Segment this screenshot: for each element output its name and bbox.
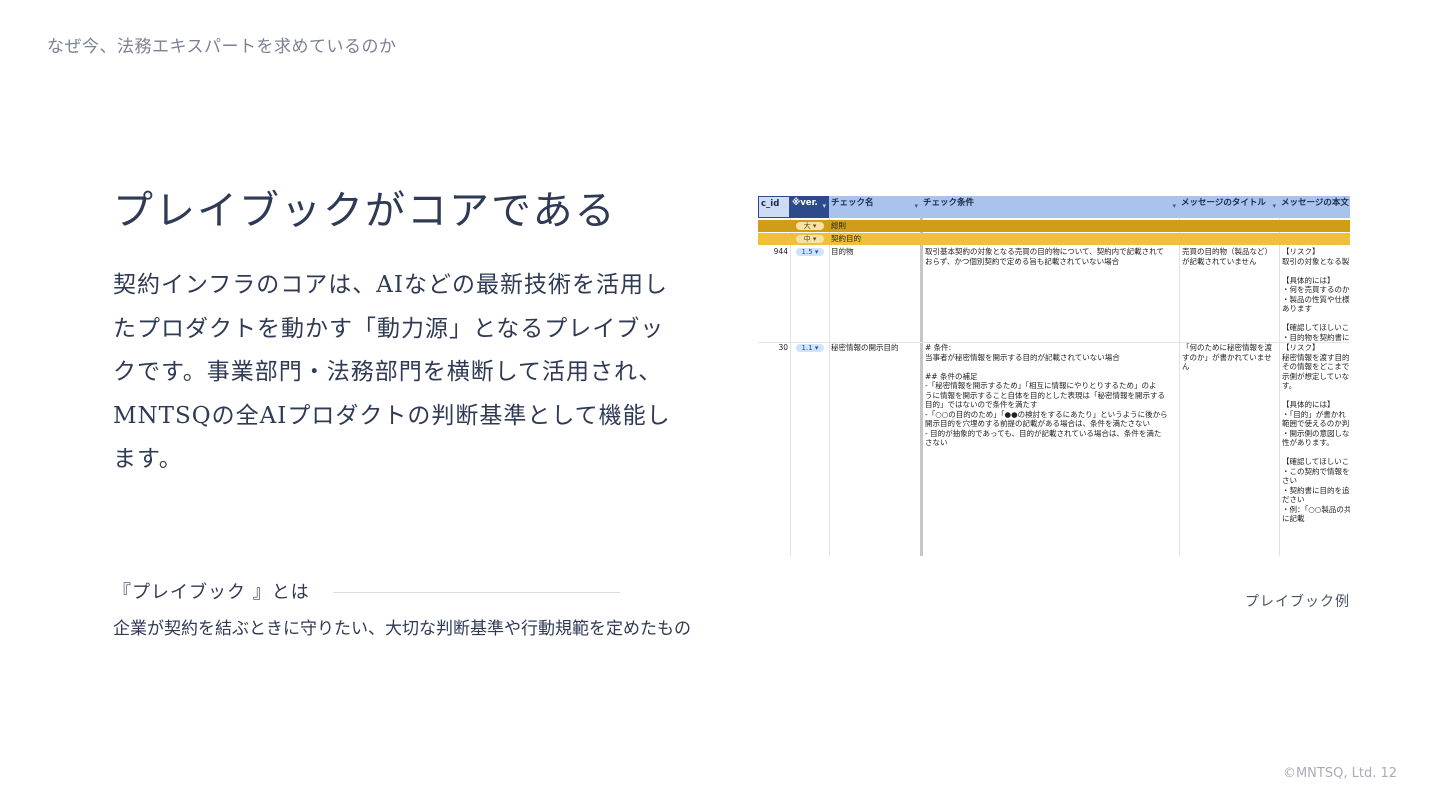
definition-title: 『プレイブック 』とは <box>113 582 310 603</box>
header-cell[interactable]: メッセージの本文 <box>1279 196 1350 218</box>
cell-check-name: 秘密情報の開示目的 <box>831 343 899 352</box>
level-dropdown[interactable]: 中 ▾ <box>796 235 824 243</box>
header-cell[interactable]: c_id ▾ <box>758 196 790 218</box>
version-value: 1.1 <box>801 344 813 352</box>
cell-check-condition: # 条件: 当事者が秘密情報を開示する目的が記載されていない場合 ## 条件の補… <box>925 343 1168 447</box>
header-label: c_id <box>761 199 780 209</box>
definition-text: 企業が契約を結ぶときに守りたい、大切な判断基準や行動規範を定めたもの <box>113 619 691 639</box>
cell-message-body: 【リスク】 秘密情報を渡す目的 その情報をどこまで 示側が想定していな す。 【… <box>1282 343 1350 523</box>
filter-icon[interactable]: ▾ <box>782 200 786 214</box>
band-label: 契約目的 <box>831 234 861 243</box>
frozen-column-divider <box>920 218 923 556</box>
band-label: 総則 <box>831 221 846 230</box>
cell-message-body: 【リスク】 取引の対象となる製 【具体的には】 ・何を売買するのか ・製品の性質… <box>1282 247 1350 342</box>
version-dropdown[interactable]: 1.1 ▾ <box>796 344 824 352</box>
filter-icon[interactable]: ▾ <box>822 199 826 213</box>
level-dropdown[interactable]: 大 ▾ <box>796 222 824 230</box>
cell-check-name: 目的物 <box>831 247 854 256</box>
footer-copyright: ©MNTSQ, Ltd. 12 <box>1282 766 1397 781</box>
cell-message-title: 「何のために秘密情報を渡 すのか」が書かれていませ ん <box>1182 343 1272 371</box>
filter-icon[interactable]: ▾ <box>1272 199 1276 213</box>
level-value: 中 <box>803 235 811 243</box>
header-cell[interactable]: ※ver. ▾ <box>790 196 829 218</box>
header-label: チェック条件 <box>923 198 975 208</box>
cell-id: 30 <box>778 343 788 352</box>
column-divider <box>1279 218 1280 556</box>
body-paragraph: 契約インフラのコアは、AIなどの最新技術を活用し たプロダクトを動かす「動力源」… <box>113 264 673 482</box>
body-line: たプロダクトを動かす「動力源」となるプレイブッ <box>113 315 665 342</box>
column-divider <box>790 218 791 556</box>
header-label: メッセージの本文 <box>1281 198 1349 208</box>
body-line: ます。 <box>113 446 183 472</box>
definition-divider <box>333 592 620 593</box>
header-label: ※ver. <box>792 198 818 208</box>
version-dropdown[interactable]: 1.5 ▾ <box>796 248 824 256</box>
filter-icon[interactable]: ▾ <box>914 199 918 213</box>
header-cell[interactable]: メッセージのタイトル ▾ <box>1179 196 1279 218</box>
header-label: チェック名 <box>831 198 874 208</box>
breadcrumb: なぜ今、法務エキスパートを求めているのか <box>47 37 397 57</box>
version-value: 1.5 <box>801 248 813 256</box>
cell-check-condition: 取引基本契約の対象となる売買の目的物について、契約内で記載されて おらず、かつ個… <box>925 247 1164 266</box>
column-divider <box>829 218 830 556</box>
column-divider <box>1179 218 1180 556</box>
category-band-major: 大 ▾ 総則 <box>758 220 1350 232</box>
playbook-sheet-example: c_id ▾ ※ver. ▾ チェック名 ▾ チェック条件 ▾ メッセージのタイトル ▾ … <box>758 196 1350 556</box>
cell-message-title: 売買の目的物（製品など） が記載されていません <box>1182 247 1272 266</box>
header-label: メッセージのタイトル <box>1181 198 1266 208</box>
header-cell[interactable]: チェック名 ▾ <box>829 196 921 218</box>
body-line: 契約インフラのコアは、AIなどの最新技術を活用し <box>113 272 669 298</box>
level-value: 大 <box>803 222 811 230</box>
category-band-middle: 中 ▾ 契約目的 <box>758 233 1350 245</box>
image-caption: プレイブック例 <box>1245 594 1350 610</box>
page-title: プレイブックがコアである <box>113 188 617 234</box>
filter-icon[interactable]: ▾ <box>1172 199 1176 213</box>
sheet-header-row: c_id ▾ ※ver. ▾ チェック名 ▾ チェック条件 ▾ メッセージのタイトル ▾ … <box>758 196 1350 218</box>
cell-id: 944 <box>773 247 788 256</box>
body-line: MNTSQの全AIプロダクトの判断基準として機能し <box>113 402 671 429</box>
body-line: クです。事業部門・法務部門を横断して活用され、 <box>113 359 663 385</box>
header-cell[interactable]: チェック条件 ▾ <box>921 196 1179 218</box>
